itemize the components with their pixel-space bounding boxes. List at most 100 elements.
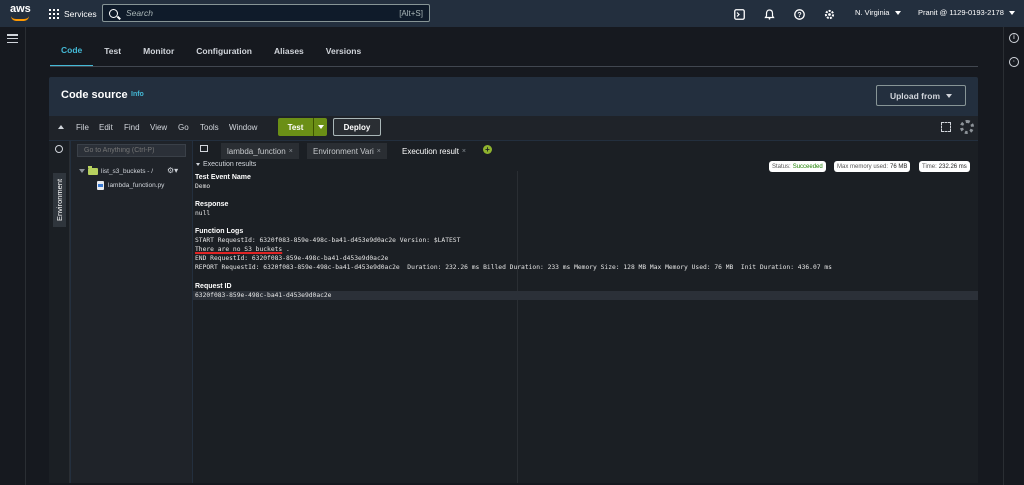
- account-label: Pranit @ 1129-0193-2178: [918, 8, 1004, 17]
- services-label: Services: [64, 8, 97, 19]
- print-margin: [517, 171, 518, 483]
- editor-tab-execution-result[interactable]: Execution result ×: [396, 143, 473, 159]
- test-event-heading: Test Event Name: [195, 174, 251, 181]
- menu-window[interactable]: Window: [229, 123, 257, 132]
- region-selector[interactable]: N. Virginia: [855, 8, 901, 17]
- response-heading: Response: [195, 201, 229, 208]
- aws-logo[interactable]: aws: [10, 4, 32, 22]
- close-icon[interactable]: ×: [289, 148, 293, 155]
- panel-header: Code source Info Upload from: [49, 77, 978, 114]
- menu-view[interactable]: View: [150, 123, 167, 132]
- file-label: lambda_function.py: [108, 182, 165, 189]
- goto-anything-input[interactable]: [77, 144, 186, 157]
- status-label: Status:: [772, 163, 791, 170]
- terminal-icon[interactable]: [200, 145, 208, 152]
- bell-icon[interactable]: [762, 7, 776, 21]
- search-input[interactable]: [126, 8, 400, 18]
- status-value: Succeeded: [792, 163, 823, 170]
- editor-tab-label: Execution result: [402, 146, 459, 156]
- menu-edit[interactable]: Edit: [99, 123, 113, 132]
- chevron-down-icon: [894, 11, 901, 15]
- editor-tab-label: lambda_function: [227, 146, 286, 156]
- tab-test[interactable]: Test: [93, 35, 132, 67]
- tab-aliases[interactable]: Aliases: [263, 35, 315, 67]
- time-value: 232.26 ms: [938, 163, 967, 170]
- search-icon: [109, 8, 118, 18]
- upload-from-button[interactable]: Upload from: [876, 85, 966, 106]
- aws-logo-text: aws: [10, 3, 31, 15]
- right-rail: i ·: [1003, 27, 1024, 485]
- execution-results: Execution results Status: Succeeded Max m…: [193, 159, 978, 483]
- tab-monitor[interactable]: Monitor: [132, 35, 185, 67]
- account-menu[interactable]: Pranit @ 1129-0193-2178: [918, 8, 1015, 17]
- grid-icon: [49, 8, 59, 19]
- menu-icon[interactable]: [7, 34, 18, 43]
- add-tab-icon[interactable]: +: [483, 145, 492, 154]
- fullscreen-icon[interactable]: [941, 122, 951, 132]
- log-message: There are no S3 buckets: [195, 246, 283, 253]
- preferences-gear-icon[interactable]: [960, 120, 974, 134]
- log-start-line: START RequestId: 6320f083-859e-498c-ba41…: [195, 237, 461, 244]
- memory-value: 76 MB: [890, 163, 908, 170]
- search-icon[interactable]: [55, 145, 63, 153]
- test-dropdown[interactable]: [314, 118, 327, 136]
- left-rail: [0, 27, 26, 485]
- time-badge: Time: 232.26 ms: [919, 161, 970, 172]
- file-row[interactable]: lambda_function.py: [97, 181, 164, 190]
- python-file-icon: [97, 181, 104, 190]
- memory-label: Max memory used:: [837, 163, 889, 170]
- tab-configuration[interactable]: Configuration: [185, 35, 263, 67]
- region-label: N. Virginia: [855, 8, 890, 17]
- deploy-button[interactable]: Deploy: [333, 118, 381, 136]
- info-link[interactable]: Info: [131, 91, 144, 98]
- request-id-value[interactable]: 6320f083-859e-498c-ba41-d453e9d0ac2e: [195, 292, 331, 299]
- memory-badge: Max memory used: 76 MB: [834, 161, 911, 172]
- top-navigation: aws Services [Alt+S] ? N. Virginia Prani…: [0, 0, 1024, 27]
- response-value: null: [195, 210, 211, 217]
- log-report-line: REPORT RequestId: 6320f083-859e-498c-ba4…: [195, 264, 832, 271]
- chevron-down-icon: [79, 169, 85, 173]
- ide-toolbar: File Edit Find View Go Tools Window Test…: [49, 116, 978, 140]
- menu-tools[interactable]: Tools: [200, 123, 219, 132]
- status-badge: Status: Succeeded: [769, 161, 826, 172]
- collapse-icon[interactable]: [58, 125, 64, 129]
- info-icon[interactable]: i: [1009, 33, 1019, 43]
- settings-gear-icon[interactable]: [822, 7, 836, 21]
- search-shortcut: [Alt+S]: [399, 8, 423, 18]
- folder-row[interactable]: list_s3_buckets - /: [79, 165, 153, 177]
- chevron-down-icon: [946, 93, 953, 98]
- test-button[interactable]: Test: [278, 118, 327, 136]
- aws-smile-icon: [11, 16, 29, 21]
- clock-icon[interactable]: ·: [1009, 57, 1019, 67]
- close-icon[interactable]: ×: [377, 148, 381, 155]
- test-event-value: Demo: [195, 183, 211, 190]
- file-tree: list_s3_buckets - / ⚙▾ lambda_function.p…: [71, 141, 192, 483]
- editor-tab-label: Environment Vari: [313, 146, 374, 156]
- close-icon[interactable]: ×: [462, 148, 466, 155]
- tabs-divider: [50, 66, 978, 67]
- editor-tabs: lambda_function × Environment Vari × Execu…: [193, 141, 978, 159]
- environment-tab[interactable]: Environment: [53, 172, 66, 227]
- services-menu[interactable]: Services: [49, 6, 97, 21]
- log-end-line: END RequestId: 6320f083-859e-498c-ba41-d…: [195, 255, 389, 262]
- cloudshell-icon[interactable]: [732, 7, 746, 21]
- panel-title: Code source: [61, 89, 128, 101]
- global-search[interactable]: [Alt+S]: [102, 4, 430, 22]
- code-source-panel: Code source Info Upload from File Edit F…: [49, 77, 978, 483]
- log-message-line: There are no S3 buckets .: [195, 246, 290, 253]
- chevron-down-icon: [196, 163, 200, 166]
- tab-code[interactable]: Code: [50, 35, 94, 67]
- chevron-down-icon: [317, 125, 324, 129]
- menu-find[interactable]: Find: [124, 123, 140, 132]
- editor-tab-environment-vars[interactable]: Environment Vari ×: [307, 143, 387, 159]
- menu-go[interactable]: Go: [178, 123, 189, 132]
- results-header[interactable]: Execution results: [196, 161, 256, 168]
- tree-settings-gear-icon[interactable]: ⚙▾: [167, 166, 178, 175]
- editor-tab-lambda-function[interactable]: lambda_function ×: [221, 143, 299, 159]
- folder-icon: [88, 165, 98, 175]
- svg-text:?: ?: [797, 12, 801, 19]
- tab-versions[interactable]: Versions: [315, 35, 372, 67]
- function-tabs: Code Test Monitor Configuration Aliases …: [50, 35, 372, 67]
- help-icon[interactable]: ?: [792, 7, 806, 21]
- menu-file[interactable]: File: [76, 123, 89, 132]
